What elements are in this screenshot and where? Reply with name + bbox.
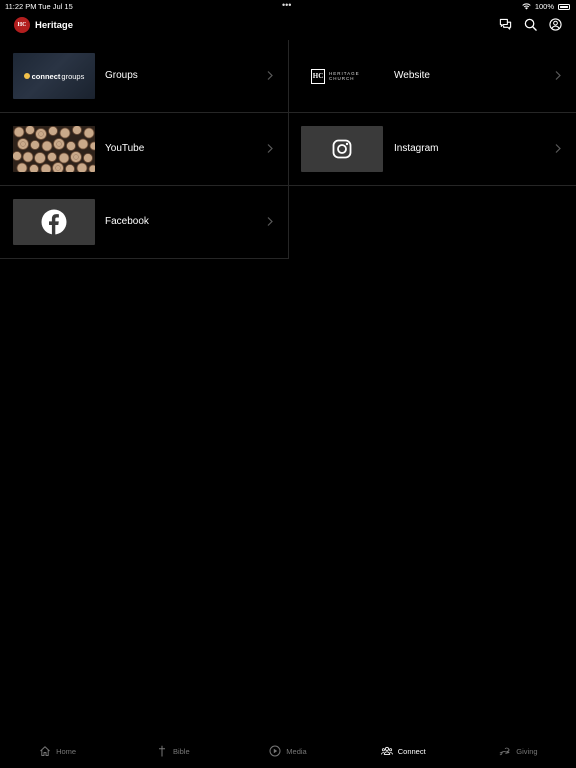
smiley-icon [23, 73, 30, 79]
battery-icon [558, 3, 570, 10]
item-label: Instagram [394, 143, 439, 154]
logs-image [13, 126, 95, 172]
status-date: Tue Jul 15 [38, 2, 73, 11]
instagram-icon [332, 139, 352, 159]
facebook-thumbnail [13, 199, 95, 245]
item-label: YouTube [105, 143, 145, 154]
tab-label: Giving [516, 746, 538, 756]
app-header: HC Heritage [0, 14, 576, 38]
app-logo-text: HC [17, 22, 27, 28]
heritage-church-wordmark: HERITAGE CHURCH [329, 71, 360, 81]
people-icon [380, 746, 393, 755]
chevron-right-icon [267, 217, 273, 226]
hc-logo: HC [311, 68, 326, 84]
tab-label: Home [56, 746, 77, 756]
item-groups[interactable]: connect groups Groups [0, 40, 289, 113]
multitasking-dots[interactable]: ••• [282, 0, 291, 10]
chevron-right-icon [555, 144, 561, 153]
youtube-thumbnail [13, 126, 95, 172]
tab-label: Bible [172, 746, 190, 756]
item-facebook[interactable]: Facebook [0, 186, 289, 259]
item-instagram[interactable]: Instagram [289, 113, 576, 186]
tab-home[interactable]: Home [0, 738, 115, 768]
tab-label: Media [286, 746, 307, 756]
wifi-icon [522, 3, 531, 10]
groups-thumbnail: connect groups [13, 53, 95, 99]
item-youtube[interactable]: YouTube [0, 113, 289, 186]
groups-thumb-bold: connect [31, 71, 61, 81]
tab-giving[interactable]: Giving [461, 738, 576, 768]
status-right: 100% [522, 2, 570, 11]
giving-icon [499, 747, 510, 756]
chevron-right-icon [267, 144, 273, 153]
connect-groups-logo: connect groups [23, 71, 85, 81]
header-actions [499, 18, 562, 31]
tab-media[interactable]: Media [230, 738, 345, 768]
account-icon[interactable] [549, 18, 562, 31]
chevron-right-icon [555, 71, 561, 80]
battery-percent: 100% [534, 2, 554, 11]
status-bar: 11:22 PM Tue Jul 15 ••• 100% [0, 0, 576, 12]
tab-bar: Home Bible Media Connect Giving [0, 738, 576, 768]
item-website[interactable]: HC HERITAGE CHURCH Website [289, 40, 576, 113]
app-title: Heritage [35, 20, 74, 31]
home-icon [40, 746, 50, 756]
hc-logo-text: HC [312, 72, 324, 80]
cross-icon [158, 745, 165, 757]
item-label: Website [394, 70, 430, 81]
website-thumbnail: HC HERITAGE CHURCH [301, 53, 383, 99]
tab-connect[interactable]: Connect [346, 738, 461, 768]
tab-label: Connect [397, 746, 426, 756]
chat-icon[interactable] [499, 18, 512, 31]
item-label: Facebook [105, 216, 149, 227]
instagram-thumbnail [301, 126, 383, 172]
tab-bible[interactable]: Bible [115, 738, 230, 768]
app-logo[interactable]: HC [14, 17, 30, 33]
item-label: Groups [105, 70, 138, 81]
facebook-icon [41, 209, 67, 235]
chevron-right-icon [267, 71, 273, 80]
groups-thumb-thin: groups [61, 71, 85, 81]
play-icon [269, 745, 281, 757]
search-icon[interactable] [524, 18, 537, 31]
status-time: 11:22 PM [5, 2, 37, 11]
